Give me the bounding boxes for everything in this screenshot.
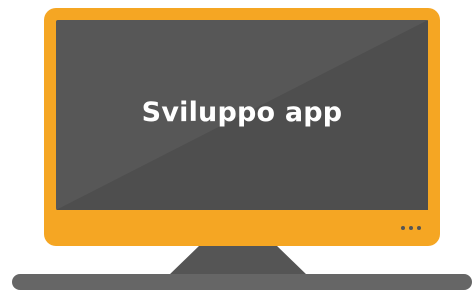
more-dots-icon — [401, 226, 421, 230]
screen-title: Sviluppo app — [141, 96, 343, 128]
monitor-stand — [168, 245, 308, 276]
desk-base — [12, 274, 472, 290]
monitor-icon — [12, 8, 472, 290]
